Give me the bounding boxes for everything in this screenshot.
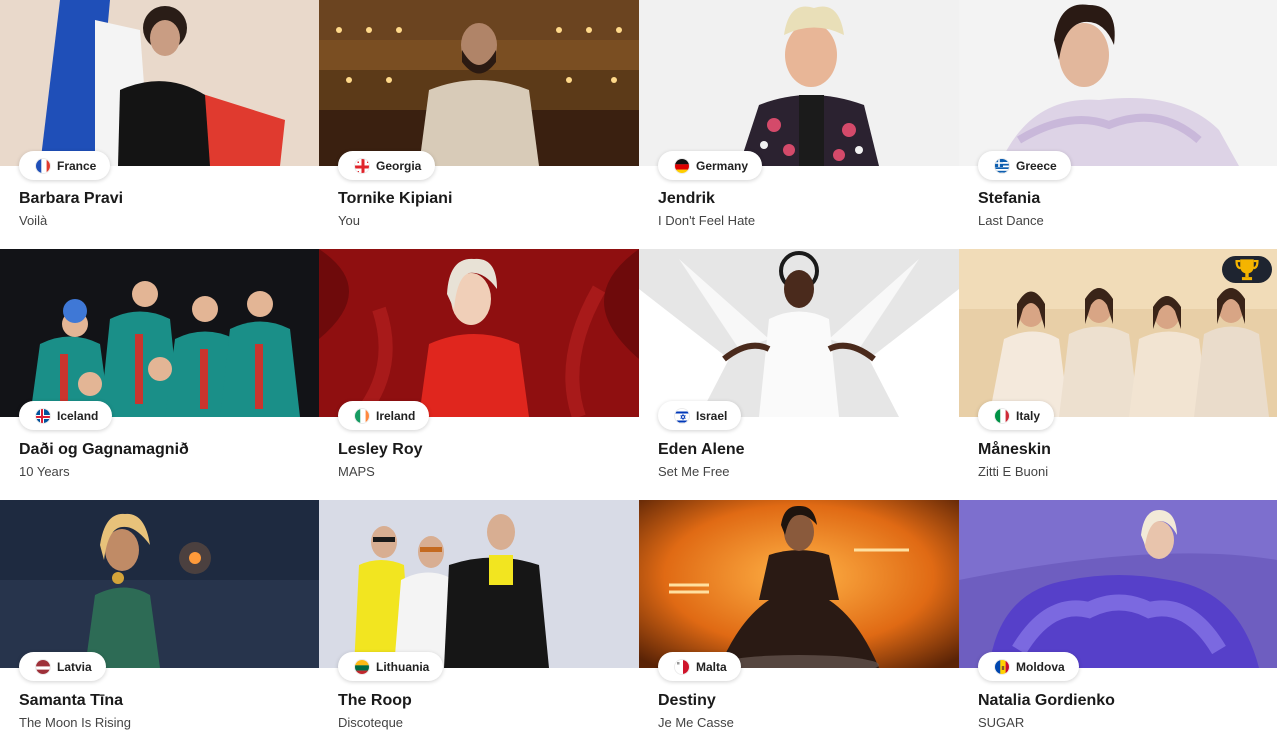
entry-card-israel[interactable]: Israel Eden Alene Set Me Free: [639, 249, 959, 500]
artist-photo: [0, 249, 319, 417]
country-name: Ireland: [376, 408, 416, 423]
artist-photo: [319, 0, 639, 166]
song-title: MAPS: [338, 464, 375, 479]
germany-flag-icon: [674, 157, 690, 174]
artist-name[interactable]: Barbara Pravi: [19, 190, 123, 208]
country-name: Latvia: [57, 659, 92, 674]
song-title: Voilà: [19, 213, 48, 228]
entry-card-greece[interactable]: Greece Stefania Last Dance: [959, 0, 1277, 249]
entry-card-malta[interactable]: Malta Destiny Je Me Casse: [639, 500, 959, 751]
entry-card-germany[interactable]: Germany Jendrik I Don't Feel Hate: [639, 0, 959, 249]
country-tag: Georgia: [338, 151, 436, 180]
country-tag: Italy: [978, 401, 1055, 430]
israel-flag-icon: [674, 407, 690, 424]
artist-name[interactable]: Stefania: [978, 190, 1040, 208]
song-title: 10 Years: [19, 464, 70, 479]
country-tag: France: [19, 151, 111, 180]
song-title: You: [338, 213, 360, 228]
malta-flag-icon: [674, 658, 690, 675]
song-title: Je Me Casse: [658, 715, 734, 730]
country-tag: Israel: [658, 401, 742, 430]
country-tag: Latvia: [19, 652, 106, 681]
iceland-flag-icon: [35, 407, 51, 424]
artist-name[interactable]: Samanta Tīna: [19, 692, 123, 710]
song-title: Discoteque: [338, 715, 404, 730]
artist-photo: [639, 0, 959, 166]
entry-card-moldova[interactable]: Moldova Natalia Gordienko SUGAR: [959, 500, 1277, 751]
artist-photo: [959, 500, 1277, 668]
entries-grid: France Barbara Pravi Voilà Georgia Torni…: [0, 0, 1277, 751]
greece-flag-icon: [994, 157, 1010, 174]
country-tag: Greece: [978, 151, 1071, 180]
artist-photo: [319, 500, 639, 668]
song-title: SUGAR: [978, 715, 1025, 730]
artist-photo: [639, 500, 959, 668]
artist-photo: [959, 249, 1277, 417]
country-name: Moldova: [1016, 659, 1065, 674]
artist-name[interactable]: Eden Alene: [658, 441, 745, 459]
country-tag: Ireland: [338, 401, 430, 430]
country-tag: Moldova: [978, 652, 1079, 681]
song-title: Set Me Free: [658, 464, 730, 479]
italy-flag-icon: [994, 407, 1010, 424]
country-name: Italy: [1016, 408, 1041, 423]
song-title: Last Dance: [978, 213, 1044, 228]
country-tag: Lithuania: [338, 652, 444, 681]
country-name: Malta: [696, 659, 727, 674]
moldova-flag-icon: [994, 658, 1010, 675]
entry-card-ireland[interactable]: Ireland Lesley Roy MAPS: [319, 249, 639, 500]
artist-photo: [319, 249, 639, 417]
song-title: I Don't Feel Hate: [658, 213, 756, 228]
song-title: The Moon Is Rising: [19, 715, 131, 730]
france-flag-icon: [35, 157, 51, 174]
ireland-flag-icon: [354, 407, 370, 424]
country-name: Israel: [696, 408, 728, 423]
entry-card-italy[interactable]: Italy Måneskin Zitti E Buoni: [959, 249, 1277, 500]
entry-card-iceland[interactable]: Iceland Daði og Gagnamagnið 10 Years: [0, 249, 319, 500]
country-name: Germany: [696, 158, 749, 173]
country-name: Greece: [1016, 158, 1057, 173]
country-tag: Germany: [658, 151, 763, 180]
artist-name[interactable]: The Roop: [338, 692, 412, 710]
lithuania-flag-icon: [354, 658, 370, 675]
artist-photo: [639, 249, 959, 417]
country-tag: Iceland: [19, 401, 113, 430]
entry-card-lithuania[interactable]: Lithuania The Roop Discoteque: [319, 500, 639, 751]
artist-name[interactable]: Natalia Gordienko: [978, 692, 1115, 710]
country-name: Georgia: [376, 158, 422, 173]
country-name: Iceland: [57, 408, 99, 423]
artist-name[interactable]: Lesley Roy: [338, 441, 422, 459]
song-title: Zitti E Buoni: [978, 464, 1049, 479]
country-tag: Malta: [658, 652, 741, 681]
artist-photo: [0, 500, 319, 668]
artist-name[interactable]: Jendrik: [658, 190, 715, 208]
entry-card-france[interactable]: France Barbara Pravi Voilà: [0, 0, 319, 249]
latvia-flag-icon: [35, 658, 51, 675]
entry-card-latvia[interactable]: Latvia Samanta Tīna The Moon Is Rising: [0, 500, 319, 751]
entry-card-georgia[interactable]: Georgia Tornike Kipiani You: [319, 0, 639, 249]
artist-name[interactable]: Tornike Kipiani: [338, 190, 452, 208]
winner-badge: [1222, 256, 1272, 283]
country-name: Lithuania: [376, 659, 430, 674]
artist-photo: [0, 0, 319, 166]
country-name: France: [57, 158, 97, 173]
artist-name[interactable]: Destiny: [658, 692, 716, 710]
georgia-flag-icon: [354, 157, 370, 174]
artist-photo: [959, 0, 1277, 166]
artist-name[interactable]: Måneskin: [978, 441, 1051, 459]
artist-name[interactable]: Daði og Gagnamagnið: [19, 441, 189, 459]
